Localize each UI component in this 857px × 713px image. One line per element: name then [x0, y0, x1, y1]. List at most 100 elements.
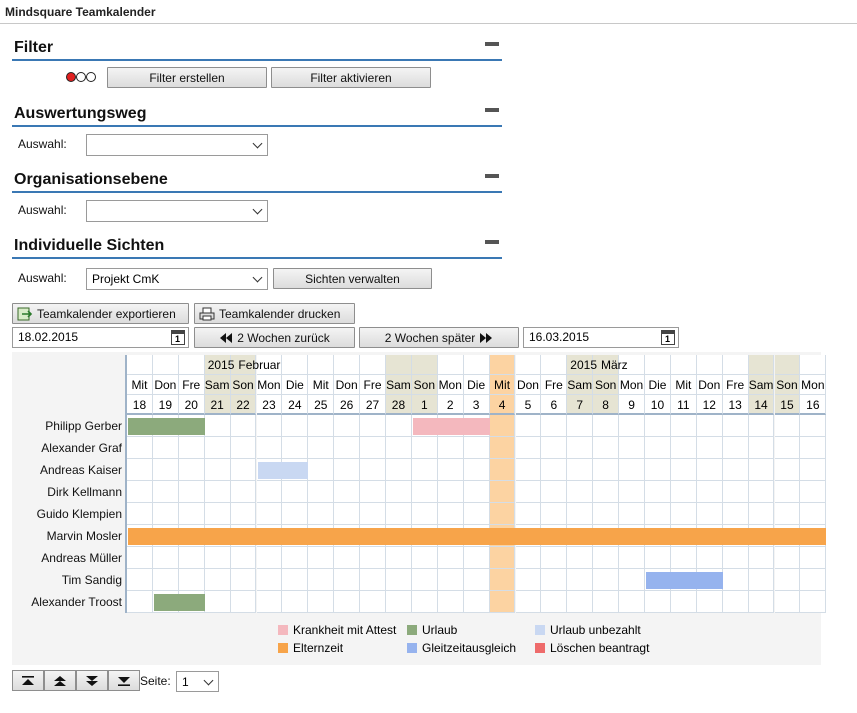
day-cell[interactable]	[800, 503, 827, 525]
day-cell[interactable]	[645, 547, 671, 569]
day-cell[interactable]	[256, 503, 283, 525]
day-cell[interactable]	[670, 481, 697, 503]
day-cell[interactable]	[152, 503, 179, 525]
day-cell[interactable]	[386, 503, 412, 525]
day-cell[interactable]	[308, 591, 335, 613]
day-cell[interactable]	[567, 591, 594, 613]
next-page-button[interactable]	[76, 670, 108, 691]
day-cell[interactable]	[386, 591, 412, 613]
day-cell[interactable]	[515, 503, 542, 525]
day-cell[interactable]	[127, 503, 153, 525]
day-cell[interactable]	[670, 459, 697, 481]
day-cell[interactable]	[593, 415, 620, 437]
day-cell[interactable]	[204, 415, 231, 437]
day-cell[interactable]	[463, 569, 490, 591]
day-cell[interactable]	[437, 569, 464, 591]
page-select[interactable]: 1	[176, 671, 219, 692]
day-cell[interactable]	[178, 437, 205, 459]
day-cell[interactable]	[748, 437, 775, 459]
day-cell[interactable]	[204, 481, 231, 503]
day-cell[interactable]	[230, 591, 257, 613]
day-cell[interactable]	[411, 481, 438, 503]
day-cell[interactable]	[774, 481, 801, 503]
day-cell[interactable]	[515, 591, 542, 613]
sichten-manage-button[interactable]: Sichten verwalten	[273, 268, 432, 289]
day-cell[interactable]	[334, 503, 361, 525]
day-cell[interactable]	[411, 591, 438, 613]
day-cell[interactable]	[696, 415, 723, 437]
day-cell[interactable]	[645, 437, 671, 459]
day-cell[interactable]	[463, 481, 490, 503]
day-cell[interactable]	[437, 459, 464, 481]
day-cell[interactable]	[515, 481, 542, 503]
day-cell[interactable]	[722, 569, 749, 591]
day-cell[interactable]	[437, 547, 464, 569]
day-cell[interactable]	[722, 459, 749, 481]
day-cell[interactable]	[230, 459, 257, 481]
day-cell[interactable]	[774, 591, 801, 613]
day-cell[interactable]	[800, 415, 827, 437]
day-cell[interactable]	[282, 569, 309, 591]
day-cell[interactable]	[230, 547, 257, 569]
day-cell[interactable]	[282, 415, 309, 437]
day-cell[interactable]	[619, 481, 645, 503]
day-cell[interactable]	[619, 569, 645, 591]
calendar-icon[interactable]: 1	[661, 330, 675, 345]
day-cell[interactable]	[593, 459, 620, 481]
day-cell[interactable]	[282, 591, 309, 613]
day-cell[interactable]	[411, 503, 438, 525]
day-cell[interactable]	[152, 459, 179, 481]
day-cell[interactable]	[152, 569, 179, 591]
day-cell[interactable]	[256, 437, 283, 459]
day-cell[interactable]	[722, 437, 749, 459]
date-to-field[interactable]: 16.03.2015 1	[523, 327, 679, 348]
day-cell[interactable]	[515, 547, 542, 569]
day-cell[interactable]	[567, 437, 594, 459]
day-cell[interactable]	[748, 503, 775, 525]
day-cell[interactable]	[204, 569, 231, 591]
day-cell[interactable]	[489, 415, 516, 437]
day-cell[interactable]	[437, 591, 464, 613]
organisationsebene-collapse-icon[interactable]	[485, 174, 499, 178]
day-cell[interactable]	[463, 503, 490, 525]
day-cell[interactable]	[411, 569, 438, 591]
day-cell[interactable]	[515, 437, 542, 459]
day-cell[interactable]	[334, 437, 361, 459]
day-cell[interactable]	[696, 459, 723, 481]
day-cell[interactable]	[748, 569, 775, 591]
day-cell[interactable]	[230, 437, 257, 459]
day-cell[interactable]	[360, 591, 386, 613]
day-cell[interactable]	[722, 503, 749, 525]
absence-bar[interactable]	[646, 572, 723, 589]
day-cell[interactable]	[619, 459, 645, 481]
day-cell[interactable]	[541, 481, 568, 503]
day-cell[interactable]	[748, 591, 775, 613]
day-cell[interactable]	[437, 503, 464, 525]
calendar-icon[interactable]: 1	[171, 330, 185, 345]
day-cell[interactable]	[541, 591, 568, 613]
filter-create-button[interactable]: Filter erstellen	[107, 67, 267, 88]
day-cell[interactable]	[722, 415, 749, 437]
day-cell[interactable]	[619, 547, 645, 569]
absence-bar[interactable]	[153, 594, 205, 611]
day-cell[interactable]	[593, 481, 620, 503]
day-cell[interactable]	[645, 503, 671, 525]
day-cell[interactable]	[463, 437, 490, 459]
day-cell[interactable]	[748, 415, 775, 437]
day-cell[interactable]	[774, 569, 801, 591]
day-cell[interactable]	[282, 437, 309, 459]
day-cell[interactable]	[489, 547, 516, 569]
filter-activate-button[interactable]: Filter aktivieren	[271, 67, 431, 88]
day-cell[interactable]	[463, 591, 490, 613]
day-cell[interactable]	[541, 459, 568, 481]
day-cell[interactable]	[360, 569, 386, 591]
day-cell[interactable]	[489, 503, 516, 525]
day-cell[interactable]	[670, 591, 697, 613]
day-cell[interactable]	[670, 503, 697, 525]
day-cell[interactable]	[515, 459, 542, 481]
day-cell[interactable]	[774, 437, 801, 459]
day-cell[interactable]	[127, 569, 153, 591]
day-cell[interactable]	[567, 415, 594, 437]
day-cell[interactable]	[800, 459, 827, 481]
day-cell[interactable]	[800, 481, 827, 503]
